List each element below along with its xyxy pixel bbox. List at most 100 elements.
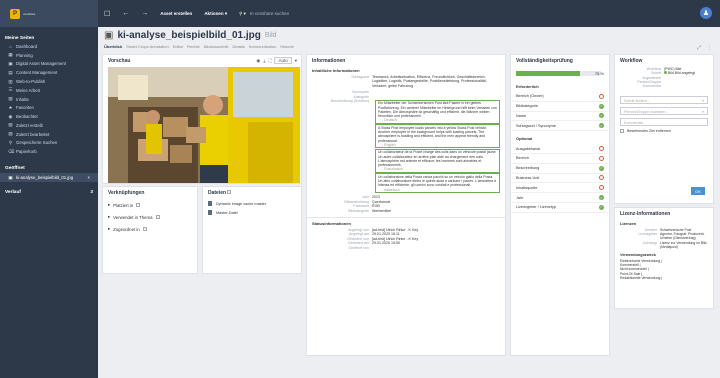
description-text: A Swiss Post employee loads parcels into… xyxy=(378,125,488,143)
view-icon[interactable]: ◉ xyxy=(256,58,260,64)
check-row: Name ✓ xyxy=(511,112,609,122)
comment-input[interactable]: Kommentar xyxy=(620,118,708,127)
completeness-progress-bar xyxy=(516,71,601,76)
preview-panel: Vorschau ◉ ⤓ ⛶ Auto ▾ xyxy=(102,54,302,184)
close-icon[interactable]: × xyxy=(87,175,90,180)
status-row: Geöffnet von xyxy=(307,246,505,250)
more-icon[interactable]: ⋮ xyxy=(707,45,712,51)
content-info-heading: Inhaltliche Informationen xyxy=(312,68,360,73)
expand-icon[interactable]: ⤢ xyxy=(697,45,701,51)
tab-item[interactable]: Überblick xyxy=(104,44,122,49)
panel-toggle-icon[interactable]: ☐ xyxy=(98,10,116,18)
sidebar-item[interactable]: ▦ Planning xyxy=(0,51,98,60)
user-avatar-icon[interactable]: ♟ xyxy=(700,7,712,19)
check-label: Inhaltsquelle xyxy=(516,185,538,190)
history-row[interactable]: Verlauf 3 xyxy=(0,188,98,197)
status-label: Geöffnet von xyxy=(348,245,369,250)
link-item[interactable]: ▸ Zugeordnet in xyxy=(103,223,197,235)
sidebar-item[interactable]: ▤ Content Management xyxy=(0,68,98,77)
files-title-label: Dateien xyxy=(208,190,227,196)
zoom-select[interactable]: Auto xyxy=(274,57,292,64)
license-label: Lizenztyp xyxy=(642,240,657,245)
search-input[interactable]: ⚲ ▾ In censhare suchen xyxy=(233,11,295,17)
tab-item[interactable]: Kommunikation xyxy=(249,44,277,49)
link-item-label: Zugeordnet in xyxy=(113,226,140,232)
imagetype-label: Bildkategorie xyxy=(348,208,369,213)
sidebar-item[interactable]: ⚲ Gespeicherte Suchen xyxy=(0,139,98,148)
check-row: Schlagwort / Synonyme ✓ xyxy=(511,121,609,132)
sidebar-item-icon: ⌂ xyxy=(9,44,12,50)
sidebar-item-icon: ▣ xyxy=(8,60,13,66)
file-icon xyxy=(208,210,212,215)
tab-item[interactable]: Rechte xyxy=(187,44,200,49)
remove-target-checkbox[interactable]: Bestehendes Ziel entfernen xyxy=(615,126,713,136)
sidebar-item-icon: ★ xyxy=(8,104,13,110)
file-item[interactable]: Dynamic image cache master xyxy=(203,199,301,208)
person-select[interactable]: Person/Gruppe zuweisen... ▾ xyxy=(620,107,708,116)
back-icon[interactable]: ← xyxy=(116,10,135,17)
sidebar-item[interactable]: ⌫ Papierkorb xyxy=(0,147,98,156)
sidebar-item[interactable]: ▥ Web-to-Publish xyxy=(0,77,98,86)
tab-bar: Überblick Smart Crops Annotation Editor Rec… xyxy=(104,44,294,49)
step-select[interactable]: Schritt ändern... ▾ xyxy=(620,96,708,105)
sidebar-item-label: Planning xyxy=(16,52,33,58)
workflow-title: Workflow xyxy=(620,58,643,64)
license-value: Agentur, Fotograf, Produzent, Urheber (D… xyxy=(660,232,705,241)
sidebar-item-label: Papierkorb xyxy=(16,149,37,155)
sidebar-item-label: Favoriten xyxy=(16,105,34,111)
imagetype-row: Bildkategorie Werbemittel xyxy=(307,209,505,213)
actions-menu[interactable]: Aktionen ▾ xyxy=(198,11,233,17)
info-title: Informationen xyxy=(312,58,346,64)
sidebar-item-icon: ▨ xyxy=(8,122,13,128)
description-language: - Italienisch xyxy=(382,187,400,192)
check-ok-icon: ✓ xyxy=(599,195,604,201)
tab-item[interactable]: Bildausschnitt xyxy=(204,44,229,49)
workflow-panel: Workflow Workflow (PWC) Bild Schritt Bild B… xyxy=(614,54,714,204)
description-text: Un collaborateur de la Poste charge des … xyxy=(378,150,497,168)
link-item[interactable]: ▸ Platziert in xyxy=(103,199,197,211)
chevron-down-icon[interactable]: ▾ xyxy=(295,58,297,64)
info-panel: Informationen Inhaltliche Informationen … xyxy=(306,54,506,356)
preview-image[interactable] xyxy=(108,67,300,183)
asset-create-button[interactable]: Asset erstellen xyxy=(154,11,198,16)
tab-item[interactable]: Historie xyxy=(280,44,294,49)
sidebar-item-icon: ☰ xyxy=(8,87,13,93)
sidebar-item[interactable]: ◉ Beobachtet xyxy=(0,112,98,121)
workflow-row: Kommentar xyxy=(615,84,713,88)
ok-button[interactable]: OK xyxy=(691,187,705,195)
license-row: Lizenztyp Lizenz zur Verwendung im Bild- … xyxy=(615,241,713,249)
check-row: Lizenzgeber / Lizenztyp ✓ xyxy=(511,203,609,213)
comment-placeholder: Kommentar xyxy=(624,120,644,125)
image-icon: ▣ xyxy=(104,30,114,41)
sidebar: Meine Seiten ⌂ Dashboard ▦ Planning ▣ Digital… xyxy=(0,27,98,378)
check-label: Ausgabekanal xyxy=(516,146,541,151)
sidebar-item-label: Beobachtet xyxy=(16,114,38,120)
tab-item[interactable]: Smart Crops Annotation xyxy=(126,44,168,49)
tab-item[interactable]: Details xyxy=(233,44,245,49)
check-label: Bildkategorie xyxy=(516,104,538,109)
forward-icon[interactable]: → xyxy=(135,10,154,17)
sidebar-item[interactable]: ★ Favoriten xyxy=(0,103,98,112)
sidebar-item[interactable]: ▨ Zuletzt bearbeitet xyxy=(0,130,98,139)
sidebar-item[interactable]: ▣ Digital Asset Management xyxy=(0,60,98,69)
check-label: Bereich (Owner) xyxy=(516,94,544,99)
sidebar-item[interactable]: ⌂ Dashboard xyxy=(0,43,98,51)
check-row: Ausgabekanal xyxy=(511,144,609,154)
sidebar-item[interactable]: ▨ Zuletzt erstellt xyxy=(0,121,98,130)
brand[interactable]: P censhare xyxy=(0,0,98,27)
opened-item[interactable]: ▣ ki-analyse_beispielbild_01.jpg × xyxy=(0,173,98,182)
sidebar-item[interactable]: ▧ Inhalte xyxy=(0,95,98,104)
sidebar-item-icon: ▥ xyxy=(8,78,13,84)
sidebar-item-label: Content Management xyxy=(16,70,58,76)
file-item[interactable]: Master-Datei xyxy=(203,208,301,217)
sidebar-item-label: Digital Asset Management xyxy=(16,61,66,67)
chevron-right-icon: ▸ xyxy=(108,226,111,231)
sidebar-item[interactable]: ☰ Meine Arbeit xyxy=(0,86,98,95)
link-item[interactable]: ▸ Verwendet in Thema xyxy=(103,211,197,223)
download-icon[interactable]: ⤓ xyxy=(263,58,265,63)
imagetype-value: Werbemittel xyxy=(372,208,392,213)
links-panel: Verknüpfungen ▸ Platziert in ▸ Verwendet in… xyxy=(102,186,198,274)
fullscreen-icon[interactable]: ⛶ xyxy=(268,58,271,63)
usage-item: Redaktionelle Verwendung | xyxy=(620,275,663,280)
tab-item[interactable]: Editor xyxy=(173,44,183,49)
